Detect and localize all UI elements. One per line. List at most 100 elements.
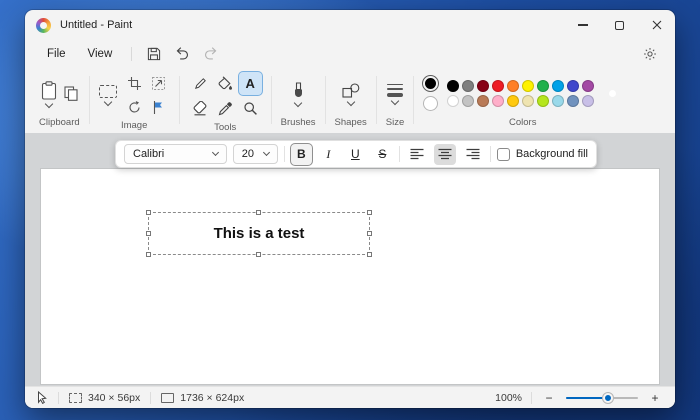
save-button[interactable] — [141, 43, 167, 65]
text-selection-box[interactable]: This is a test — [148, 212, 370, 255]
undo-button[interactable] — [169, 43, 195, 65]
zoom-out-button[interactable]: − — [541, 390, 557, 406]
flip-button[interactable] — [148, 96, 170, 118]
rotate-icon — [128, 101, 141, 114]
italic-button[interactable]: I — [318, 144, 339, 165]
selection-size-icon — [69, 393, 82, 403]
color-swatch[interactable] — [522, 95, 534, 107]
canvas-size-indicator: 1736 × 624px — [161, 392, 244, 404]
eraser-tool-button[interactable] — [189, 97, 212, 120]
shapes-group: Shapes — [327, 67, 375, 133]
background-fill-checkbox[interactable] — [497, 148, 510, 161]
strikethrough-button[interactable]: S — [372, 144, 393, 165]
selection-size-value: 340 × 56px — [88, 392, 140, 404]
secondary-color-swatch[interactable] — [423, 96, 438, 111]
canvas-text[interactable]: This is a test — [149, 213, 369, 254]
brushes-button[interactable] — [292, 82, 305, 106]
font-size-select[interactable]: 20 — [233, 144, 278, 164]
gear-icon — [643, 47, 657, 61]
menu-view[interactable]: View — [78, 45, 123, 63]
color-swatch[interactable] — [477, 80, 489, 92]
ribbon-divider — [325, 76, 326, 124]
shapes-button[interactable] — [342, 83, 360, 105]
settings-button[interactable] — [637, 43, 663, 65]
color-swatch[interactable] — [552, 80, 564, 92]
chevron-down-icon — [103, 98, 111, 106]
pencil-icon — [193, 76, 208, 91]
titlebar[interactable]: Untitled - Paint — [25, 10, 675, 40]
magnifier-icon — [243, 101, 258, 116]
save-icon — [147, 47, 161, 61]
toolbar-divider — [490, 146, 491, 162]
close-button[interactable] — [638, 10, 675, 40]
underline-button[interactable]: U — [345, 144, 366, 165]
color-swatch[interactable] — [582, 95, 594, 107]
size-group-label: Size — [386, 115, 404, 131]
chevron-down-icon — [294, 98, 302, 106]
canvas-size-value: 1736 × 624px — [180, 392, 244, 404]
resize-button[interactable] — [148, 72, 170, 94]
color-swatch[interactable] — [462, 95, 474, 107]
zoom-controls: 100% − + — [495, 390, 663, 406]
align-left-button[interactable] — [406, 144, 428, 165]
crop-icon — [128, 77, 141, 90]
color-swatch[interactable] — [507, 80, 519, 92]
color-swatch[interactable] — [492, 80, 504, 92]
selection-handle[interactable] — [256, 210, 261, 215]
toolbar-divider — [399, 146, 400, 162]
color-swatch[interactable] — [477, 95, 489, 107]
rotate-button[interactable] — [124, 96, 146, 118]
image-group-label: Image — [121, 118, 147, 134]
copy-button[interactable] — [64, 86, 78, 101]
primary-color-swatch[interactable] — [423, 76, 438, 91]
color-swatch[interactable] — [537, 95, 549, 107]
size-button[interactable] — [387, 84, 403, 104]
eyedropper-icon — [218, 101, 233, 116]
tools-group: A Tools — [181, 67, 270, 133]
ribbon-divider — [413, 76, 414, 124]
redo-button[interactable] — [197, 43, 223, 65]
color-swatch[interactable] — [567, 80, 579, 92]
color-swatch[interactable] — [447, 80, 459, 92]
canvas[interactable]: This is a test — [41, 169, 659, 384]
text-tool-button[interactable]: A — [239, 72, 262, 95]
zoom-slider[interactable] — [566, 392, 638, 404]
color-swatch[interactable] — [462, 80, 474, 92]
color-swatch[interactable] — [507, 95, 519, 107]
selection-handle[interactable] — [146, 252, 151, 257]
align-right-button[interactable] — [462, 144, 484, 165]
color-swatch[interactable] — [582, 80, 594, 92]
zoom-slider-thumb[interactable] — [603, 393, 613, 403]
selection-handle[interactable] — [367, 252, 372, 257]
select-button[interactable] — [99, 85, 117, 105]
crop-button[interactable] — [124, 72, 146, 94]
menu-file[interactable]: File — [37, 45, 76, 63]
pencil-tool-button[interactable] — [189, 72, 212, 95]
zoom-in-button[interactable]: + — [647, 390, 663, 406]
selection-handle[interactable] — [367, 210, 372, 215]
color-swatch[interactable] — [537, 80, 549, 92]
bold-button[interactable]: B — [291, 144, 312, 165]
color-swatch[interactable] — [447, 95, 459, 107]
minimize-button[interactable] — [564, 10, 601, 40]
maximize-icon — [615, 21, 624, 30]
color-picker-tool-button[interactable] — [214, 97, 237, 120]
edit-colors-button[interactable] — [603, 84, 622, 103]
window-title: Untitled - Paint — [60, 19, 132, 31]
selection-handle[interactable] — [146, 210, 151, 215]
status-bar: 340 × 56px 1736 × 624px 100% − + — [25, 386, 675, 408]
maximize-button[interactable] — [601, 10, 638, 40]
color-swatch[interactable] — [522, 80, 534, 92]
selection-handle[interactable] — [367, 231, 372, 236]
magnifier-tool-button[interactable] — [239, 97, 262, 120]
font-family-select[interactable]: Calibri — [124, 144, 227, 164]
selection-handle[interactable] — [146, 231, 151, 236]
color-swatch[interactable] — [552, 95, 564, 107]
text-tool-icon: A — [245, 76, 254, 91]
color-swatch[interactable] — [567, 95, 579, 107]
align-center-button[interactable] — [434, 144, 456, 165]
paste-button[interactable] — [41, 81, 57, 107]
selection-handle[interactable] — [256, 252, 261, 257]
color-swatch[interactable] — [492, 95, 504, 107]
fill-tool-button[interactable] — [214, 72, 237, 95]
